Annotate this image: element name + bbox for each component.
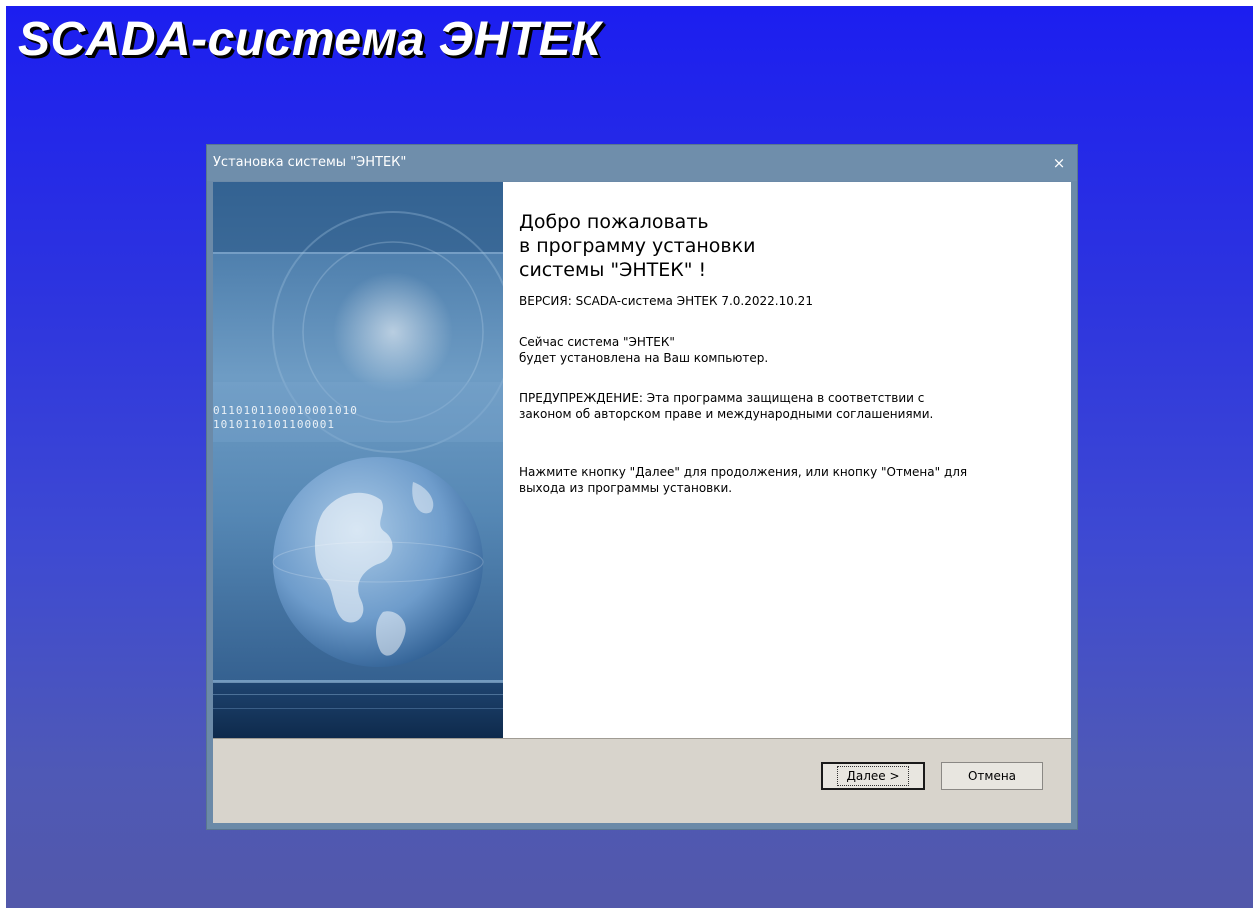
welcome-heading: Добро пожаловать в программу установки с… (519, 210, 755, 282)
welcome-heading-line-3: системы "ЭНТЕК" ! (519, 259, 707, 281)
info-text-line-2: будет установлена на Ваш компьютер. (519, 351, 769, 365)
desktop-background: SCADA-система ЭНТЕК Установка системы "Э… (6, 6, 1253, 908)
brand-title: SCADA-система ЭНТЕК (18, 13, 602, 66)
warning-text-line-1: ПРЕДУПРЕЖДЕНИЕ: Эта программа защищена в… (519, 391, 925, 405)
info-text-line-1: Сейчас система "ЭНТЕК" (519, 335, 675, 349)
next-button-label: Далее > (837, 766, 909, 786)
warning-text-line-2: законом об авторском праве и международн… (519, 407, 934, 421)
close-icon[interactable]: × (1047, 151, 1071, 175)
welcome-heading-line-1: Добро пожаловать (519, 211, 709, 233)
instruction-text-line-2: выхода из программы установки. (519, 481, 733, 495)
window-titlebar[interactable]: Установка системы "ЭНТЕК" × (207, 145, 1077, 181)
footer-separator (213, 738, 1071, 739)
next-button[interactable]: Далее > (821, 762, 925, 790)
welcome-panel: Добро пожаловать в программу установки с… (503, 182, 1071, 738)
info-text: Сейчас система "ЭНТЕК" будет установлена… (519, 334, 768, 366)
warning-text: ПРЕДУПРЕЖДЕНИЕ: Эта программа защищена в… (519, 390, 933, 422)
window-client-area: 0110101100010001010 1010110101100001 Доб… (213, 182, 1071, 823)
installer-window: Установка системы "ЭНТЕК" × 011010110001… (206, 144, 1078, 830)
binary-row-1: 0110101100010001010 (213, 404, 358, 417)
instruction-text: Нажмите кнопку "Далее" для продолжения, … (519, 464, 967, 496)
globe-banner-image: 0110101100010001010 1010110101100001 (213, 182, 503, 738)
globe-illustration: 0110101100010001010 1010110101100001 (213, 182, 503, 738)
version-label: ВЕРСИЯ: SCADA-система ЭНТЕК 7.0.2022.10.… (519, 294, 813, 308)
binary-row-2: 1010110101100001 (213, 418, 335, 431)
cancel-button[interactable]: Отмена (941, 762, 1043, 790)
window-title: Установка системы "ЭНТЕК" (213, 155, 407, 170)
welcome-heading-line-2: в программу установки (519, 235, 756, 257)
instruction-text-line-1: Нажмите кнопку "Далее" для продолжения, … (519, 465, 968, 479)
